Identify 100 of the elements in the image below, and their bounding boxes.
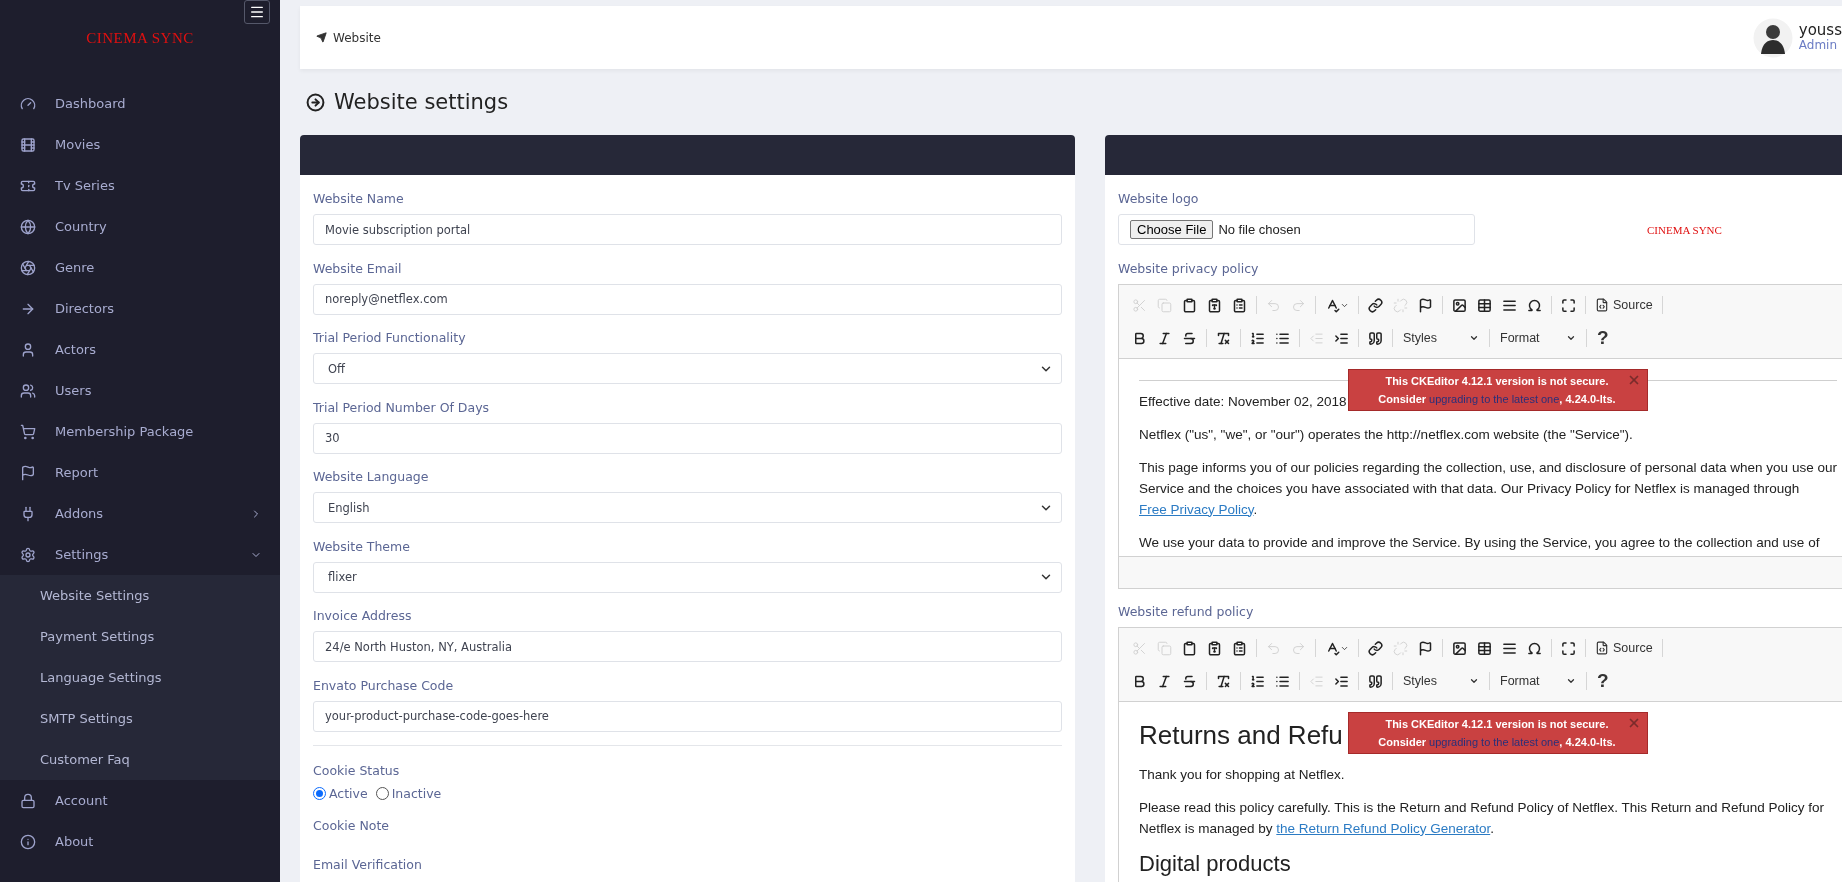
code-file-icon — [1595, 641, 1609, 655]
link-icon — [1368, 640, 1383, 656]
maximize-icon — [1561, 297, 1576, 313]
nav-item[interactable]: Settings — [0, 534, 280, 575]
breadcrumb[interactable]: Website — [316, 30, 381, 45]
source-button[interactable]: Source — [1590, 294, 1658, 316]
text-field[interactable]: your-product-purchase-code-goes-here — [313, 700, 1062, 732]
gauge-icon — [20, 95, 36, 112]
table-icon — [1477, 297, 1492, 313]
nav-item[interactable]: Directors — [0, 288, 280, 329]
spellcheck-icon — [1325, 640, 1340, 656]
nav-item[interactable]: Movies — [0, 124, 280, 165]
film-icon — [20, 136, 36, 153]
field-label: Trial Period Functionality — [313, 329, 467, 347]
menu-icon — [249, 4, 265, 20]
field-label: Website Name — [313, 190, 405, 208]
policy-link[interactable]: Free Privacy Policy — [1139, 501, 1254, 517]
italic-icon — [1157, 330, 1172, 346]
caret-icon — [1566, 676, 1576, 686]
logo: CINEMA SYNC — [86, 30, 194, 47]
nav-item[interactable]: Dashboard — [0, 83, 280, 124]
undo-icon — [1266, 297, 1281, 313]
nav-item[interactable]: Actors — [0, 329, 280, 370]
nav-item[interactable]: Tv Series — [0, 165, 280, 206]
omega-icon — [1527, 640, 1542, 656]
remove-format-icon — [1216, 330, 1231, 346]
help-button[interactable]: ? — [1591, 327, 1615, 349]
nav-item[interactable]: Users — [0, 370, 280, 411]
link-icon — [1368, 297, 1383, 313]
bulleted-list-icon — [1275, 330, 1290, 346]
text-field[interactable]: Movie subscription portal — [313, 214, 1062, 245]
cart-icon — [20, 423, 36, 440]
nav-item[interactable]: Addons — [0, 493, 280, 534]
clipboard-icon — [1232, 297, 1247, 313]
field-label: Website logo — [1118, 190, 1200, 208]
quote-icon — [1368, 330, 1383, 346]
paper-plane-icon — [316, 32, 327, 43]
clipboard-icon — [1182, 640, 1197, 656]
unlink-icon — [1393, 297, 1408, 313]
flag-icon — [1418, 640, 1433, 656]
nav-item[interactable]: About — [0, 821, 280, 862]
format-dropdown[interactable]: Format — [1494, 327, 1582, 349]
field-label: Envato Purchase Code — [313, 676, 455, 695]
globe-icon — [20, 218, 36, 235]
redo-icon — [1291, 297, 1306, 313]
content-paragraph: Please read this policy carefully. This is the Return and Refund Policy of Netflex. This Return and Refund Policy for Netflex is managed by the Return Refund Policy Generator. — [1139, 798, 1826, 838]
nav-item[interactable]: Genre — [0, 247, 280, 288]
choose-file-button[interactable]: Choose File — [1130, 220, 1214, 239]
radio-option[interactable]: Inactive — [375, 786, 442, 801]
text-field[interactable]: 30 — [313, 422, 1062, 454]
warning-title: This CKEditor 4.12.1 version is not secure. — [1384, 373, 1610, 389]
flag-icon — [1418, 297, 1433, 313]
nav-item[interactable]: Country — [0, 206, 280, 247]
nav-subitem[interactable]: Payment Settings — [0, 616, 280, 657]
nav-subitem[interactable]: Website Settings — [0, 575, 280, 616]
select-field[interactable]: Off — [313, 353, 1062, 384]
select-field[interactable]: English — [313, 492, 1062, 523]
nav-subitem[interactable]: SMTP Settings — [0, 698, 280, 739]
indent-icon — [1334, 673, 1349, 689]
source-button[interactable]: Source — [1590, 637, 1658, 659]
arrow-circle-icon — [306, 92, 325, 112]
warning-title: This CKEditor 4.12.1 version is not secure. — [1384, 716, 1610, 732]
content-paragraph: Thank you for shopping at Netflex. — [1139, 765, 1345, 784]
outdent-icon — [1309, 330, 1324, 346]
lock-icon — [20, 792, 36, 809]
lines-icon — [1502, 297, 1517, 313]
policy-link[interactable]: the Return Refund Policy Generator — [1276, 820, 1491, 836]
page-title: Website settings — [334, 90, 509, 114]
scissors-icon — [1132, 297, 1147, 313]
format-dropdown[interactable]: Format — [1494, 670, 1582, 692]
nav-item[interactable]: Account — [0, 780, 280, 821]
help-button[interactable]: ? — [1591, 670, 1615, 692]
clipboard-icon — [1182, 297, 1197, 313]
italic-icon — [1157, 673, 1172, 689]
indent-icon — [1334, 330, 1349, 346]
clipboard-icon — [1232, 640, 1247, 656]
maximize-icon — [1561, 640, 1576, 656]
logo-preview: CINEMA SYNC — [1647, 223, 1722, 236]
bulleted-list-icon — [1275, 673, 1290, 689]
nav-subitem[interactable]: Language Settings — [0, 657, 280, 698]
field-label: Email Verification — [313, 856, 423, 874]
omega-icon — [1527, 297, 1542, 313]
caret-icon — [1469, 333, 1479, 343]
numbered-list-icon — [1250, 673, 1265, 689]
users-icon — [20, 382, 36, 399]
styles-dropdown[interactable]: Styles — [1397, 670, 1485, 692]
text-field[interactable]: 24/e North Huston, NY, Australia — [313, 631, 1062, 662]
redo-icon — [1291, 640, 1306, 656]
text-field[interactable]: noreply@netflex.com — [313, 283, 1062, 315]
select-field[interactable]: flixer — [313, 561, 1062, 593]
radio-button[interactable] — [375, 787, 389, 800]
styles-dropdown[interactable]: Styles — [1397, 327, 1485, 349]
radio-button[interactable] — [313, 787, 326, 800]
avatar-icon[interactable] — [1752, 17, 1793, 58]
nav-item[interactable]: Report — [0, 452, 280, 493]
nav-subitem[interactable]: Customer Faq — [0, 739, 280, 780]
nav-item[interactable]: Membership Package — [0, 411, 280, 452]
menu-button[interactable] — [244, 0, 270, 24]
file-field[interactable]: Choose File No file chosen — [1118, 214, 1475, 245]
radio-option[interactable]: Active — [313, 786, 368, 801]
